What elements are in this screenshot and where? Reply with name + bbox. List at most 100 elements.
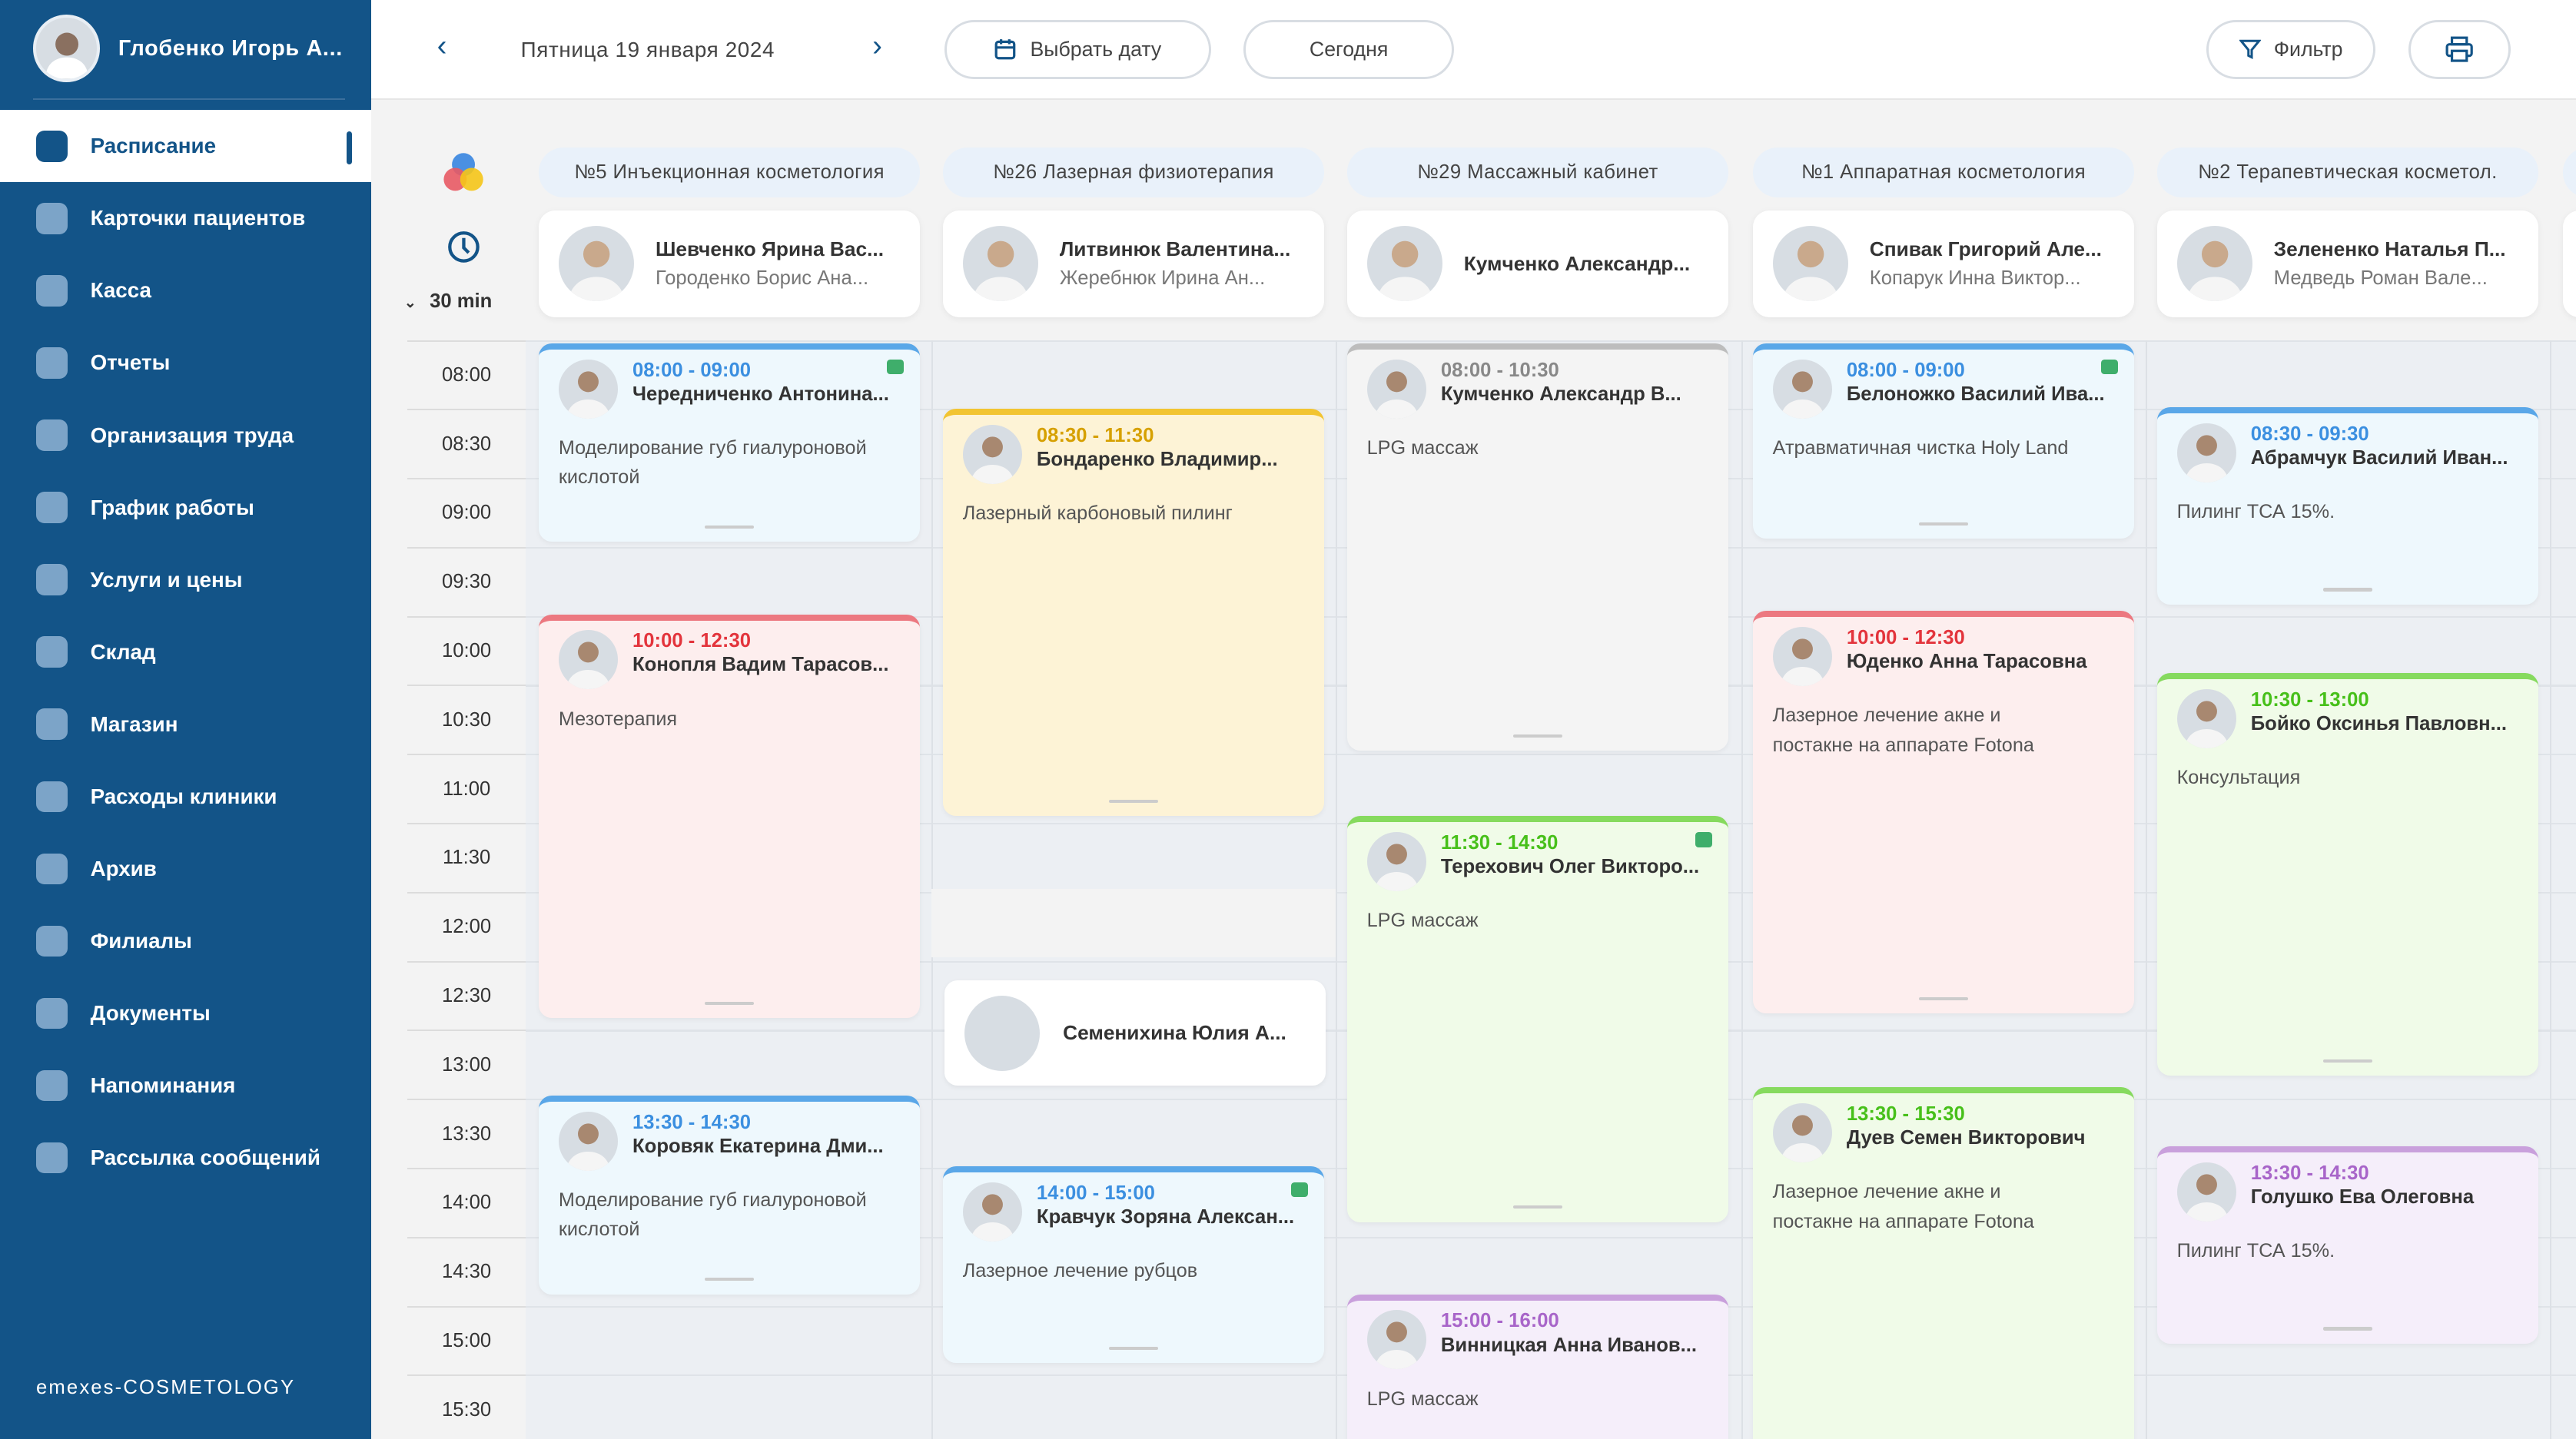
sidebar-item[interactable]: Карточки пациентов (0, 182, 371, 254)
print-button[interactable] (2408, 19, 2511, 79)
room-header[interactable]: №1 Аппаратная косметология (1753, 148, 2134, 197)
sidebar-item-label: Услуги и цены (90, 567, 243, 592)
doctor-card[interactable]: Спивак Григорий Але... Копарук Инна Викто… (1753, 210, 2134, 317)
resize-handle[interactable] (1512, 734, 1563, 738)
room-header[interactable]: №26 Лазерная физиотерапия (943, 148, 1325, 197)
resize-handle[interactable] (1109, 1347, 1159, 1351)
appointment-card[interactable]: 13:30 - 14:30 Коровяк Екатерина Дми... М… (539, 1095, 921, 1295)
color-legend-icon[interactable] (439, 150, 488, 196)
user-name: Глобенко Игорь А... (118, 35, 343, 61)
sidebar-item-label: Рассылка сообщений (90, 1146, 320, 1170)
avatar (2176, 1162, 2236, 1222)
expenses-icon (36, 781, 68, 813)
avatar (962, 1182, 1022, 1242)
resize-handle[interactable] (1918, 996, 1969, 1000)
patient-name: Белоножко Василий Ива... (1846, 383, 2105, 405)
room-header[interactable] (2562, 148, 2576, 197)
appointment-card[interactable]: 15:00 - 16:00 Винницкая Анна Иванов... L… (1346, 1294, 1728, 1439)
prev-day-button[interactable]: ‹ (437, 29, 447, 63)
resize-handle[interactable] (1109, 800, 1159, 804)
doctor-card[interactable]: Зелененко Наталья П... Медведь Роман Вале… (2156, 210, 2538, 317)
doctor-card[interactable]: Литвинюк Валентина... Жеребнюк Ирина Ан..… (943, 210, 1325, 317)
time-label: 12:00 (407, 891, 526, 961)
doctor-card[interactable]: Шевченко Ярина Вас... Городенко Борис Ана… (539, 210, 921, 317)
room-header[interactable]: №2 Терапевтическая косметол. (2156, 148, 2538, 197)
sidebar-item-label: Магазин (90, 711, 178, 736)
resize-handle[interactable] (1512, 1205, 1563, 1209)
sidebar-item[interactable]: Организация труда (0, 399, 371, 471)
sidebar-item[interactable]: Документы (0, 977, 371, 1049)
time-label: 14:30 (407, 1236, 526, 1306)
resize-handle[interactable] (705, 1278, 755, 1282)
time-label: 10:30 (407, 685, 526, 754)
app: Глобенко Игорь А... Расписание Карточки п… (0, 0, 2576, 1439)
appointment-time: 08:00 - 09:00 (1846, 359, 1965, 381)
appointment-card[interactable]: 10:30 - 13:00 Бойко Оксинья Павловн... К… (2156, 673, 2538, 1076)
sidebar-item[interactable]: Рассылка сообщений (0, 1122, 371, 1194)
sidebar-item[interactable]: Касса (0, 254, 371, 327)
sidebar-item[interactable]: Расписание (0, 110, 372, 183)
appointment-card[interactable]: 10:00 - 12:30 Конопля Вадим Тарасов... М… (539, 614, 921, 1019)
patient-name: Голушко Ева Олеговна (2250, 1186, 2475, 1209)
today-button[interactable]: Сегодня (1243, 19, 1454, 79)
appointment-card[interactable]: 08:30 - 11:30 Бондаренко Владимир... Лаз… (943, 409, 1325, 817)
divider (32, 98, 345, 101)
user-profile[interactable]: Глобенко Игорь А... (32, 15, 343, 82)
next-day-button[interactable]: › (872, 29, 882, 63)
appointment-card[interactable]: 08:00 - 10:30 Кумченко Александр В... LP… (1346, 343, 1728, 751)
sidebar-item[interactable]: Архив (0, 833, 371, 905)
sidebar-item[interactable]: Магазин (0, 688, 371, 761)
sidebar-item[interactable]: Склад (0, 616, 371, 688)
resize-handle[interactable] (705, 526, 755, 529)
sidebar-item[interactable]: График работы (0, 472, 371, 544)
break-card[interactable]: Семенихина Юлия А... (944, 980, 1326, 1086)
resize-handle[interactable] (2322, 588, 2372, 592)
appointment-card[interactable]: 11:30 - 14:30 Терехович Олег Викторо... … (1346, 816, 1728, 1222)
avatar (1772, 225, 1848, 302)
appointment-card[interactable]: 13:30 - 14:30 Голушко Ева Олеговна Пилин… (2156, 1146, 2538, 1344)
avatar (2176, 423, 2236, 482)
sidebar-item[interactable]: Услуги и цены (0, 544, 371, 616)
resize-handle[interactable] (2322, 1327, 2372, 1331)
appointment-card[interactable]: 08:00 - 09:00 Белоножко Василий Ива... А… (1753, 343, 2134, 539)
appointment-card[interactable]: 08:00 - 09:00 Чередниченко Антонина... М… (539, 343, 921, 542)
service-name: Лазерное лечение рубцов (962, 1259, 1198, 1282)
sidebar-item-label: Склад (90, 639, 156, 664)
sidebar-item[interactable]: Отчеты (0, 327, 371, 399)
service-name: Моделирование губ гиалуроновой кислотой (558, 436, 867, 489)
room-header[interactable]: №29 Массажный кабинет (1346, 148, 1728, 197)
appointment-time: 10:00 - 12:30 (1846, 627, 1965, 649)
sidebar-item-label: Отчеты (90, 350, 171, 375)
sidebar: Глобенко Игорь А... Расписание Карточки п… (0, 0, 372, 1439)
paid-icon (1695, 832, 1712, 847)
assistant-name: Копарук Инна Виктор... (1869, 267, 2081, 290)
appointment-card[interactable]: 10:00 - 12:30 Юденко Анна Тарасовна Лазе… (1753, 611, 2134, 1013)
interval-select[interactable]: ⌄ 30 min (404, 290, 492, 313)
resize-handle[interactable] (705, 1002, 755, 1006)
clock-icon (448, 231, 480, 264)
appointment-card[interactable]: 08:30 - 09:30 Абрамчук Василий Иван... П… (2156, 407, 2538, 605)
resize-handle[interactable] (1918, 522, 1969, 526)
appointment-time: 13:30 - 14:30 (632, 1111, 751, 1133)
doctor-card[interactable]: Кумченко Александр... (1346, 210, 1728, 317)
doctor-card[interactable] (2562, 210, 2576, 317)
appointment-time: 11:30 - 14:30 (1440, 832, 1559, 854)
archive-icon (36, 853, 68, 885)
sidebar-item[interactable]: Расходы клиники (0, 761, 371, 833)
time-label: 15:30 (407, 1374, 526, 1438)
mail-icon (36, 1142, 68, 1174)
service-name: Пилинг ТСА 15%. (2176, 501, 2335, 523)
pick-date-button[interactable]: Выбрать дату (944, 19, 1211, 79)
grid-line (526, 340, 2576, 342)
filter-button[interactable]: Фильтр (2206, 19, 2376, 79)
appointment-time: 15:00 - 16:00 (1440, 1310, 1559, 1332)
service-name: Атравматичная чистка Holy Land (1772, 436, 2069, 459)
sidebar-item[interactable]: Филиалы (0, 905, 371, 977)
appointment-card[interactable]: 14:00 - 15:00 Кравчук Зоряна Алексан... … (943, 1165, 1325, 1364)
resize-handle[interactable] (2322, 1059, 2372, 1063)
room-header[interactable]: №5 Инъекционная косметология (539, 148, 921, 197)
reports-icon (36, 347, 68, 379)
pick-date-label: Выбрать дату (1030, 37, 1162, 61)
sidebar-item[interactable]: Напоминания (0, 1049, 371, 1122)
appointment-card[interactable]: 13:30 - 15:30 Дуев Семен Викторович Лазе… (1753, 1087, 2134, 1439)
